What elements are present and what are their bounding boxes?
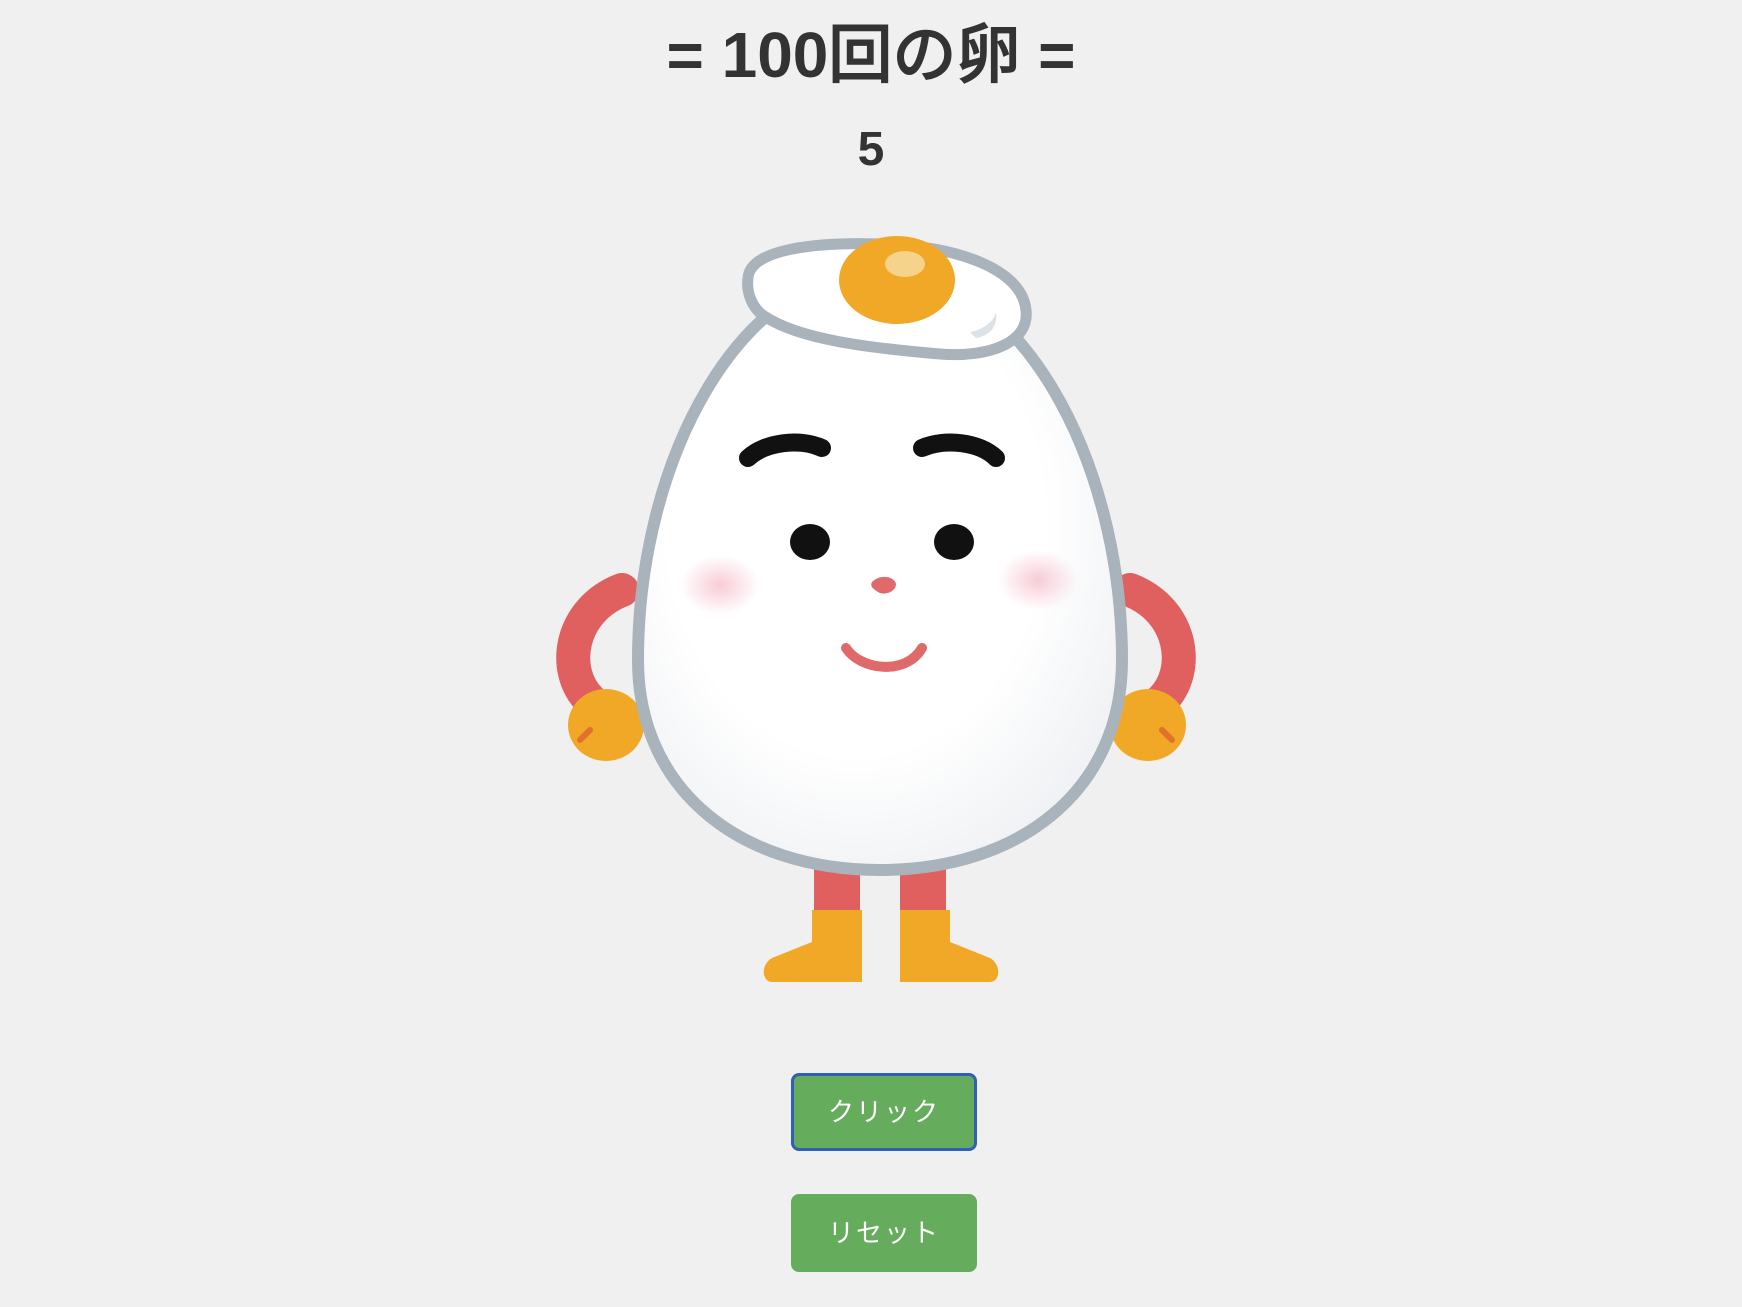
click-button[interactable]: クリック [791, 1073, 977, 1151]
left-blush [680, 555, 760, 615]
page: = 100回の卵 = 5 クリック リセット [0, 0, 1742, 1307]
click-counter: 5 [857, 123, 885, 176]
reset-button[interactable]: リセット [791, 1194, 977, 1272]
left-eye [790, 524, 830, 560]
right-blush [998, 550, 1078, 610]
page-title: = 100回の卵 = [666, 19, 1076, 91]
egg-character-icon [556, 236, 1196, 982]
right-eye [934, 524, 974, 560]
